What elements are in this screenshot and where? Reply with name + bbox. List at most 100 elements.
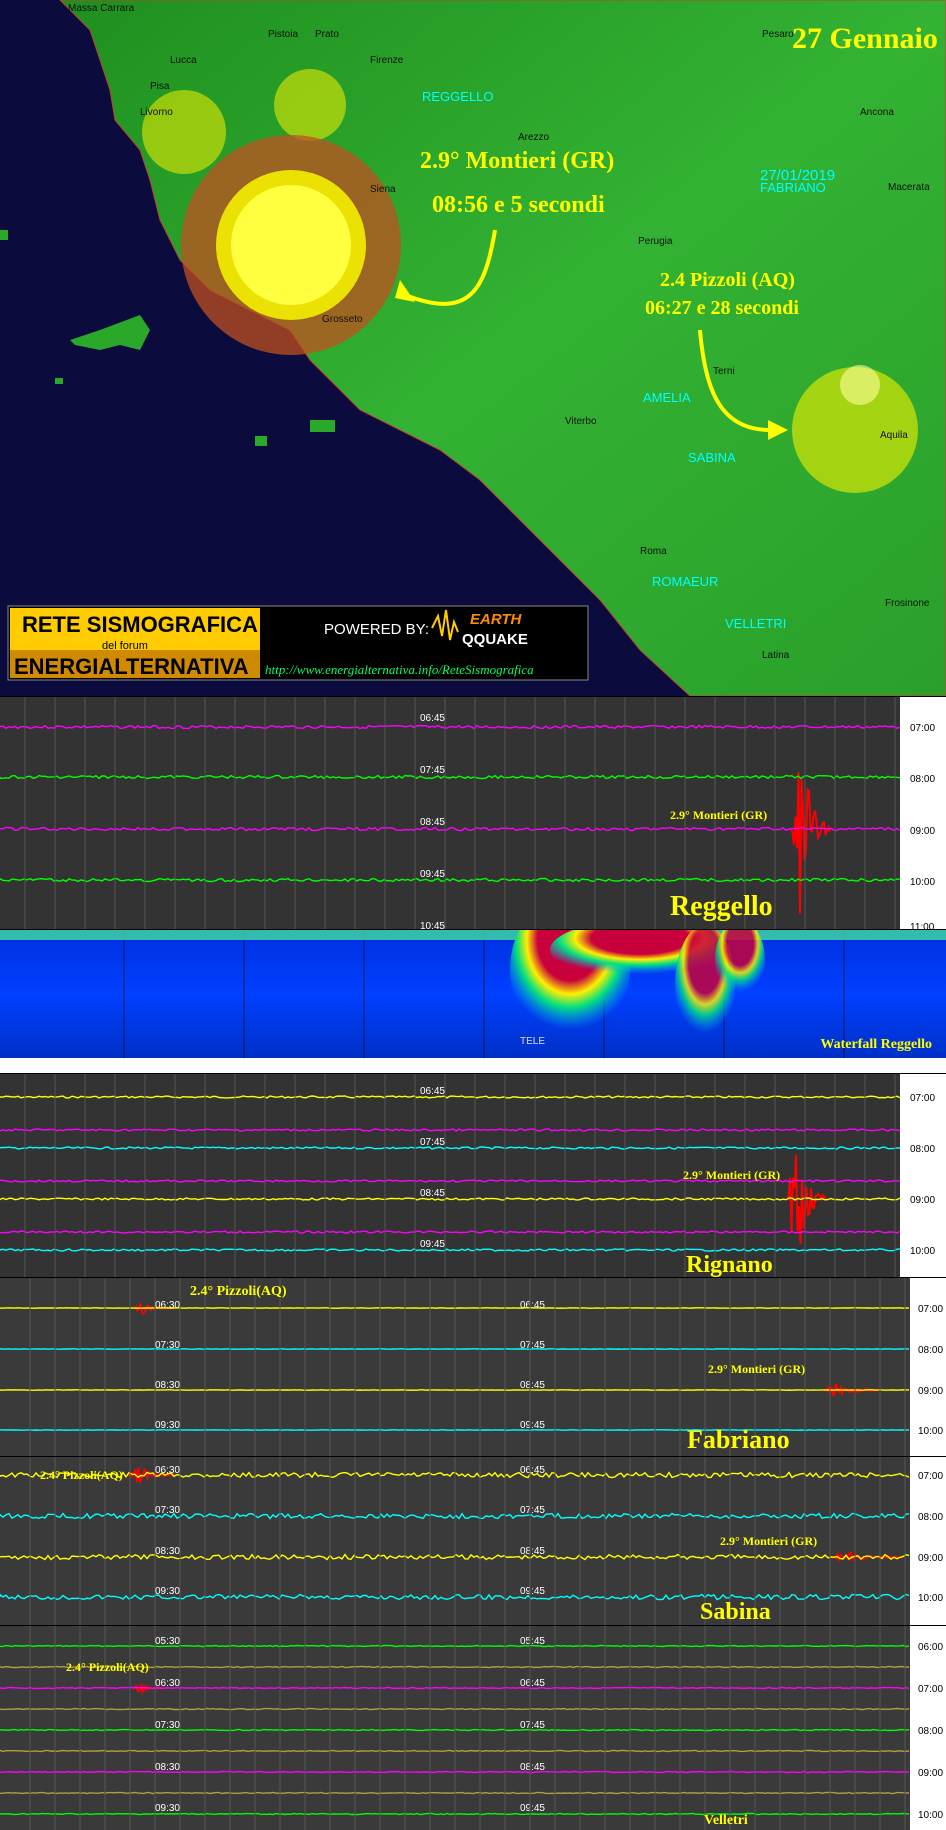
logo-box: RETE SISMOGRAFICA del forum ENERGIALTERN… [7, 605, 589, 681]
time-label: 07:00 [910, 1093, 935, 1104]
city-label: Grosseto [322, 314, 363, 325]
time-label: 10:00 [918, 1593, 943, 1604]
city-label: Siena [370, 184, 396, 195]
time-label: 06:45 [520, 1300, 545, 1311]
date-stamp: 27/01/2019 [760, 167, 835, 184]
time-label: 09:00 [918, 1386, 943, 1397]
helicorder-velletri: 10:00 09:00 08:00 07:00 06:00 09:45 08:45 07:45… [0, 1626, 946, 1830]
station-label: ROMAEUR [652, 574, 718, 589]
time-label: 09:45 [420, 1239, 445, 1250]
city-label: Viterbo [565, 416, 597, 427]
waterfall-marker: TELE [520, 1036, 545, 1047]
time-label: 08:00 [918, 1726, 943, 1737]
station-name: Fabriano [687, 1425, 790, 1454]
time-label: 09:00 [910, 1195, 935, 1206]
waterfall-svg: 08:5908:5808:5708:5608:5508:5408:5352 TE… [0, 930, 946, 1073]
time-label: 07:45 [520, 1505, 545, 1516]
waterfall-title: Waterfall Reggello [820, 1037, 932, 1052]
date-title: 27 Gennaio 2019 [792, 22, 946, 55]
time-label: 08:45 [420, 1188, 445, 1199]
time-label: 06:45 [420, 1086, 445, 1097]
brand-top: EARTH [470, 611, 523, 628]
station-name: Reggello [670, 891, 773, 922]
helicorder-svg: 11:00 10:00 09:00 08:00 07:00 10:45 09:45 08:45… [0, 697, 946, 929]
event-label: 2.9° Montieri (GR) [670, 808, 767, 822]
city-label: Roma [640, 546, 667, 557]
event-label: 2.4° Pizzoli(AQ) [66, 1660, 149, 1674]
time-label: 08:45 [420, 817, 445, 828]
station-label: REGGELLO [422, 89, 494, 104]
time-label: 07:45 [420, 1137, 445, 1148]
city-label: Terni [713, 366, 735, 377]
city-label: Lucca [170, 55, 197, 66]
helicorder-svg: 10:00 09:00 08:00 07:00 09:45 08:45 07:45 06:45… [0, 1074, 946, 1277]
quake1-time: 08:56 e 5 secondi [432, 192, 605, 218]
time-label: 07:45 [420, 765, 445, 776]
helicorder-fabriano: 10:00 09:00 08:00 07:00 09:45 08:45 07:45 06:45… [0, 1278, 946, 1456]
time-label: 10:00 [918, 1810, 943, 1821]
island [0, 230, 8, 240]
helicorder-reggello: 11:00 10:00 09:00 08:00 07:00 10:45 09:45 08:45… [0, 697, 946, 929]
time-label: 09:45 [520, 1803, 545, 1814]
time-label: 09:30 [155, 1803, 180, 1814]
time-label: 06:45 [420, 713, 445, 724]
station-name: Velletri [704, 1813, 748, 1828]
event-label: 2.9° Montieri (GR) [683, 1168, 780, 1182]
island [255, 436, 267, 446]
map-svg: Massa Carrara Pistoia Prato Lucca Firenz… [0, 0, 946, 696]
time-label: 07:30 [155, 1505, 180, 1516]
time-label: 05:30 [155, 1636, 180, 1647]
quake2-time: 06:27 e 28 secondi [645, 297, 799, 319]
helicorder-rignano: 10:00 09:00 08:00 07:00 09:45 08:45 07:45 06:45… [0, 1074, 946, 1277]
helicorder-svg: 10:0009:0008:0007:0009:4508:4507:4506:45… [0, 1278, 946, 1456]
station-label: AMELIA [643, 390, 691, 405]
event-label-pizzoli: 2.4° Pizzoli(AQ) [40, 1468, 123, 1482]
logo-powered: POWERED BY: [324, 621, 429, 638]
station-name: Sabina [700, 1599, 771, 1625]
island [310, 420, 335, 432]
time-label: 10:00 [910, 1246, 935, 1257]
island [55, 378, 63, 384]
helicorder-sabina: 10:00 09:00 08:00 07:00 09:45 08:45 07:45 06:45… [0, 1457, 946, 1625]
city-label: Prato [315, 29, 339, 40]
helicorder-svg: 10:0009:0008:0007:0009:4508:4507:4506:45… [0, 1457, 946, 1625]
time-label: 09:00 [910, 826, 935, 837]
time-label: 08:00 [910, 774, 935, 785]
city-label: Macerata [888, 182, 930, 193]
map-panel: Massa Carrara Pistoia Prato Lucca Firenz… [0, 0, 946, 696]
city-label: Massa Carrara [68, 3, 135, 14]
time-label: 07:00 [910, 723, 935, 734]
time-label: 08:30 [155, 1546, 180, 1557]
logo-line3: ENERGIALTERNATIVA [14, 654, 249, 679]
waterfall-reggello: 08:5908:5808:5708:5608:5508:5408:5352 TE… [0, 930, 946, 1073]
event-label-montieri: 2.9° Montieri (GR) [708, 1362, 805, 1376]
event-circle [840, 365, 880, 405]
time-label: 06:30 [155, 1300, 180, 1311]
time-label: 09:45 [420, 869, 445, 880]
event-circle-montieri-core [231, 185, 351, 305]
time-label: 08:00 [918, 1512, 943, 1523]
time-label: 08:00 [910, 1144, 935, 1155]
time-label: 09:00 [918, 1768, 943, 1779]
city-label: Frosinone [885, 598, 930, 609]
time-label: 10:45 [420, 921, 445, 929]
city-label: Pesaro [762, 29, 794, 40]
city-label: Firenze [370, 55, 404, 66]
quake1-magnitude: 2.9° Montieri (GR) [420, 148, 614, 174]
quake2-magnitude: 2.4 Pizzoli (AQ) [660, 269, 795, 291]
city-label: Livorno [140, 107, 173, 118]
time-label: 08:00 [918, 1345, 943, 1356]
station-name: Rignano [686, 1252, 773, 1277]
helicorder-svg: 10:0009:0008:0007:0006:0009:4508:4507:45… [0, 1626, 946, 1830]
time-label: 11:00 [910, 922, 935, 929]
city-label: Latina [762, 650, 790, 661]
logo-line1: RETE SISMOGRAFICA [22, 612, 258, 637]
logo-url[interactable]: http://www.energialternativa.info/ReteSi… [265, 662, 534, 677]
event-label-montieri: 2.9° Montieri (GR) [720, 1534, 817, 1548]
time-label: 10:00 [910, 877, 935, 888]
time-label: 07:00 [918, 1304, 943, 1315]
city-label: Arezzo [518, 132, 550, 143]
event-circle [274, 69, 346, 141]
station-label: VELLETRI [725, 616, 786, 631]
event-circle [142, 90, 226, 174]
